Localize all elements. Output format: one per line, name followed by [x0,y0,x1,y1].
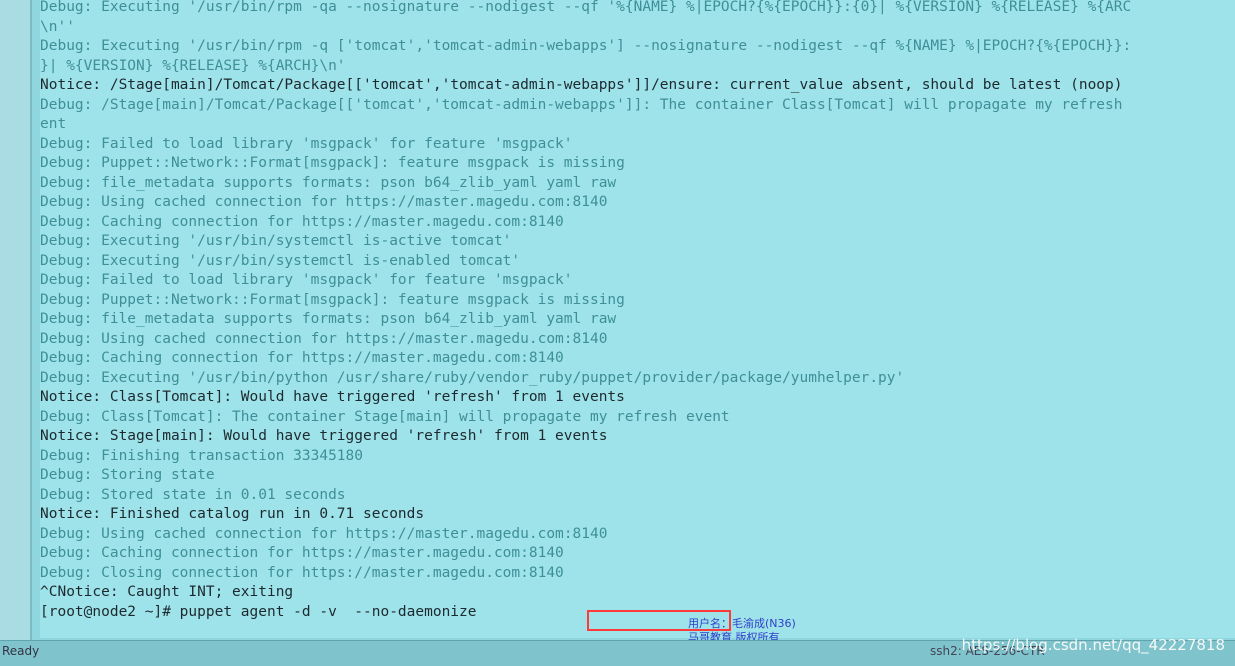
terminal-line-debug: Debug: Executing '/usr/bin/rpm -q ['tomc… [40,38,1132,54]
terminal-line-debug: Debug: Caching connection for https://ma… [40,350,564,366]
terminal-line-debug: Debug: Executing '/usr/bin/python /usr/s… [40,369,905,386]
terminal-line-debug: Debug: Executing '/usr/bin/rpm -qa --nos… [40,0,1132,15]
watermark-url: https://blog.csdn.net/qq_42227818 [961,636,1225,654]
terminal-line-debug: Debug: Using cached connection for https… [40,194,608,210]
terminal-line-notice: Notice: /Stage[main]/Tomcat/Package[['to… [40,77,1123,93]
terminal-line-notice: Notice: Class[Tomcat]: Would have trigge… [40,389,625,405]
terminal-line-plain: ^CNotice: Caught INT; exiting [40,584,294,600]
terminal-line-debug: Debug: Using cached connection for https… [40,330,608,347]
terminal-line-debug: Debug: file_metadata supports formats: p… [40,174,617,191]
terminal-line-debug: Debug: Caching connection for https://ma… [40,545,564,561]
terminal-output[interactable]: Debug: Executing '/usr/bin/rpm -qa --nos… [40,0,1235,638]
terminal-line-notice: Notice: Stage[main]: Would have triggere… [40,428,608,444]
terminal-line-debug: Debug: Puppet::Network::Format[msgpack]:… [40,155,625,171]
terminal-line-debug: Debug: Puppet::Network::Format[msgpack]:… [40,291,625,308]
terminal-line-debug: ent [40,116,67,132]
terminal-line-debug: Debug: Storing state [40,467,215,483]
terminal-line-debug: }| %{VERSION} %{RELEASE} %{ARCH}\n' [40,57,346,74]
terminal-line-debug: Debug: Closing connection for https://ma… [40,564,564,581]
terminal-gutter [0,0,32,640]
watermark-username: 用户名：毛渝成(N36) [688,617,796,630]
terminal-line-debug: Debug: Stored state in 0.01 seconds [40,486,346,503]
terminal-line-debug: Debug: Caching connection for https://ma… [40,213,564,230]
terminal-line-debug: Debug: Failed to load library 'msgpack' … [40,135,573,152]
terminal-line-debug: Debug: /Stage[main]/Tomcat/Package[['tom… [40,96,1123,113]
status-ready: Ready [2,644,40,658]
terminal-line-debug: Debug: file_metadata supports formats: p… [40,311,617,327]
terminal-line-debug: Debug: Finishing transaction 33345180 [40,447,364,464]
terminal-line-debug: Debug: Executing '/usr/bin/systemctl is-… [40,252,521,269]
terminal-line-debug: Debug: Class[Tomcat]: The container Stag… [40,408,730,425]
terminal-line-debug: Debug: Failed to load library 'msgpack' … [40,272,573,288]
terminal-line-notice: Notice: Finished catalog run in 0.71 sec… [40,506,425,522]
terminal-line-debug: Debug: Executing '/usr/bin/systemctl is-… [40,233,512,249]
terminal-line-debug: Debug: Using cached connection for https… [40,525,608,542]
terminal-line-debug: \n'' [40,18,75,35]
